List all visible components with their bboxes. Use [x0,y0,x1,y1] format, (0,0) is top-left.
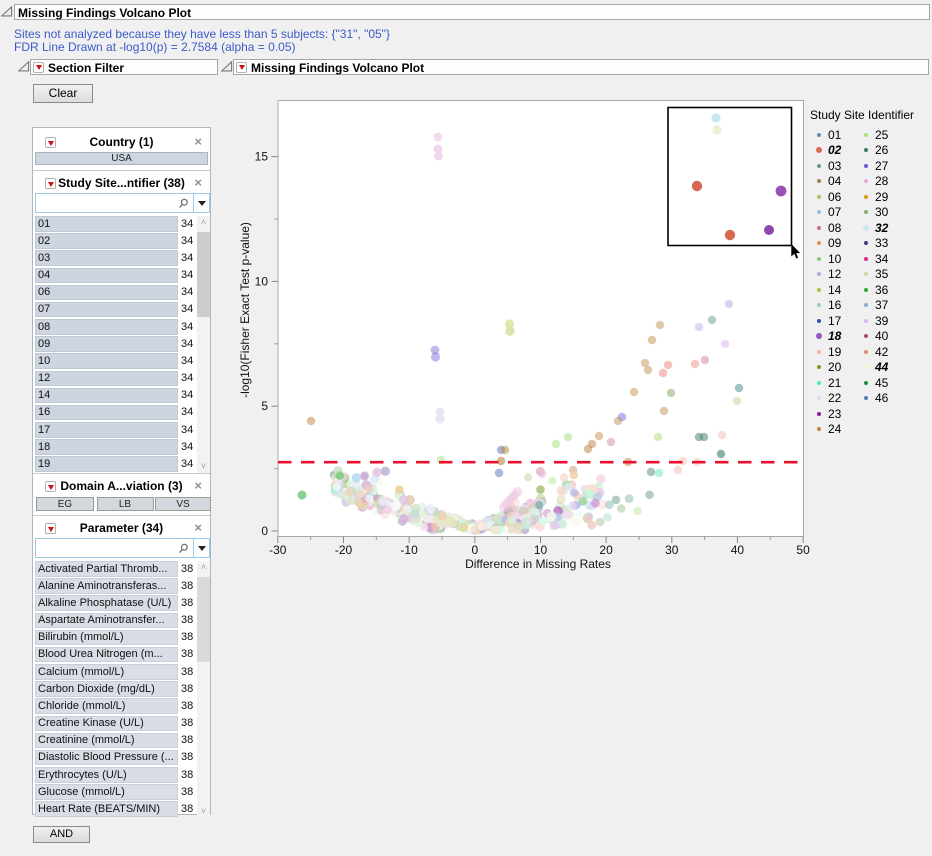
svg-text:-10: -10 [400,543,418,557]
svg-text:10: 10 [255,274,269,288]
svg-text:20: 20 [599,543,613,557]
svg-text:50: 50 [796,543,810,557]
svg-text:40: 40 [731,543,745,557]
svg-text:0: 0 [471,543,478,557]
svg-text:5: 5 [261,399,268,413]
svg-text:30: 30 [665,543,679,557]
svg-text:15: 15 [255,150,269,164]
svg-text:-20: -20 [335,543,353,557]
svg-text:10: 10 [534,543,548,557]
svg-text:0: 0 [261,524,268,538]
svg-text:-30: -30 [269,543,287,557]
svg-text:-log10(Fisher Exact Test p-val: -log10(Fisher Exact Test p-value) [240,222,252,398]
svg-text:Difference in Missing Rates: Difference in Missing Rates [465,557,611,571]
